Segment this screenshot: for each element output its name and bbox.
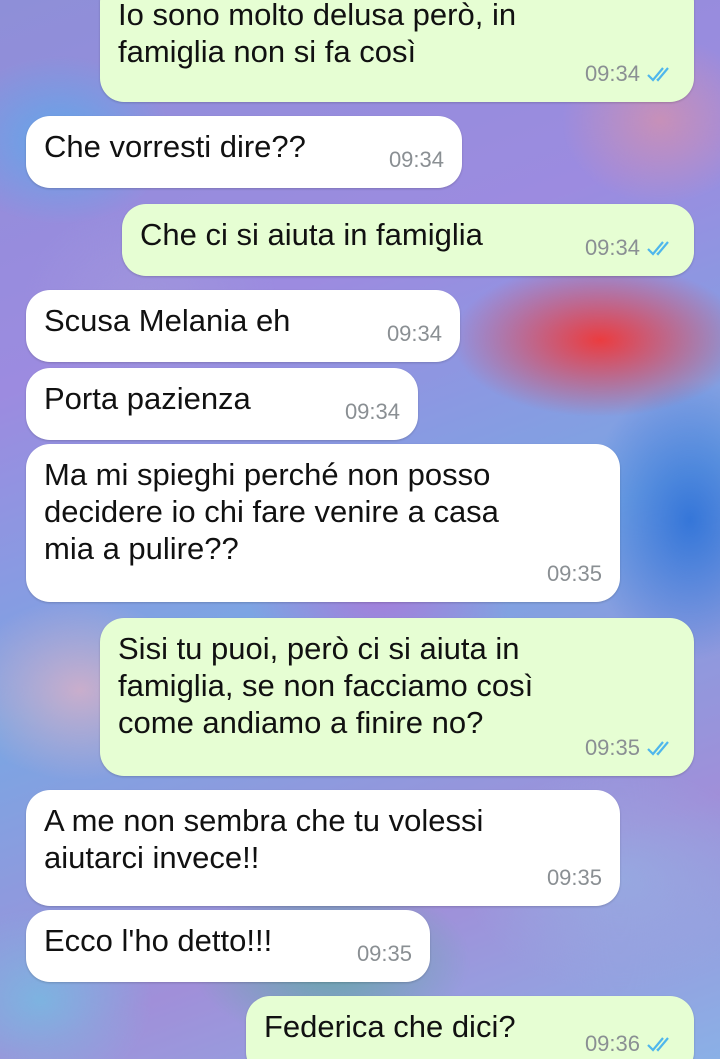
message-bubble-outgoing[interactable]: Federica che dici? 09:36 bbox=[246, 996, 694, 1059]
message-meta: 09:34 bbox=[585, 229, 676, 266]
message-time: 09:34 bbox=[584, 61, 640, 86]
message-bubble-outgoing[interactable]: Che ci si aiuta in famiglia 09:34 bbox=[122, 204, 694, 276]
message-meta: 09:35 bbox=[547, 555, 602, 592]
message-bubble-incoming[interactable]: Porta pazienza 09:34 bbox=[26, 368, 418, 440]
chat-message-list: Io sono molto delusa però, in famiglia n… bbox=[0, 0, 720, 1059]
message-bubble-incoming[interactable]: Ecco l'ho detto!!! 09:35 bbox=[26, 910, 430, 982]
message-meta: 09:35 bbox=[357, 935, 412, 972]
message-meta: 09:34 bbox=[389, 141, 444, 178]
message-bubble-incoming[interactable]: Scusa Melania eh 09:34 bbox=[26, 290, 460, 362]
message-meta: 09:34 bbox=[585, 55, 676, 92]
message-time: 09:35 bbox=[584, 735, 640, 760]
message-meta: 09:35 bbox=[585, 729, 676, 766]
message-meta: 09:35 bbox=[547, 859, 602, 896]
message-time: 09:36 bbox=[584, 1031, 640, 1056]
message-text: Ma mi spieghi perché non posso decidere … bbox=[44, 457, 499, 566]
message-bubble-incoming[interactable]: Ma mi spieghi perché non posso decidere … bbox=[26, 444, 620, 602]
message-bubble-outgoing[interactable]: Io sono molto delusa però, in famiglia n… bbox=[100, 0, 694, 102]
message-time: 09:35 bbox=[546, 865, 602, 890]
message-bubble-incoming[interactable]: Che vorresti dire?? 09:34 bbox=[26, 116, 462, 188]
message-text: A me non sembra che tu volessi aiutarci … bbox=[44, 803, 484, 875]
message-time: 09:34 bbox=[388, 147, 444, 172]
message-time: 09:35 bbox=[356, 941, 412, 966]
message-text: Sisi tu puoi, però ci si aiuta in famigl… bbox=[118, 631, 534, 740]
message-time: 09:34 bbox=[584, 235, 640, 260]
message-time: 09:35 bbox=[546, 561, 602, 586]
message-meta: 09:34 bbox=[345, 393, 400, 430]
message-meta: 09:36 bbox=[585, 1025, 676, 1059]
double-check-icon bbox=[647, 1036, 669, 1052]
message-text: Scusa Melania eh bbox=[44, 303, 291, 338]
message-meta: 09:34 bbox=[387, 315, 442, 352]
message-bubble-incoming[interactable]: A me non sembra che tu volessi aiutarci … bbox=[26, 790, 620, 906]
double-check-icon bbox=[647, 740, 669, 756]
message-bubble-outgoing[interactable]: Sisi tu puoi, però ci si aiuta in famigl… bbox=[100, 618, 694, 776]
message-time: 09:34 bbox=[344, 399, 400, 424]
message-text: Che vorresti dire?? bbox=[44, 129, 306, 164]
double-check-icon bbox=[647, 240, 669, 256]
double-check-icon bbox=[647, 66, 669, 82]
message-time: 09:34 bbox=[386, 321, 442, 346]
